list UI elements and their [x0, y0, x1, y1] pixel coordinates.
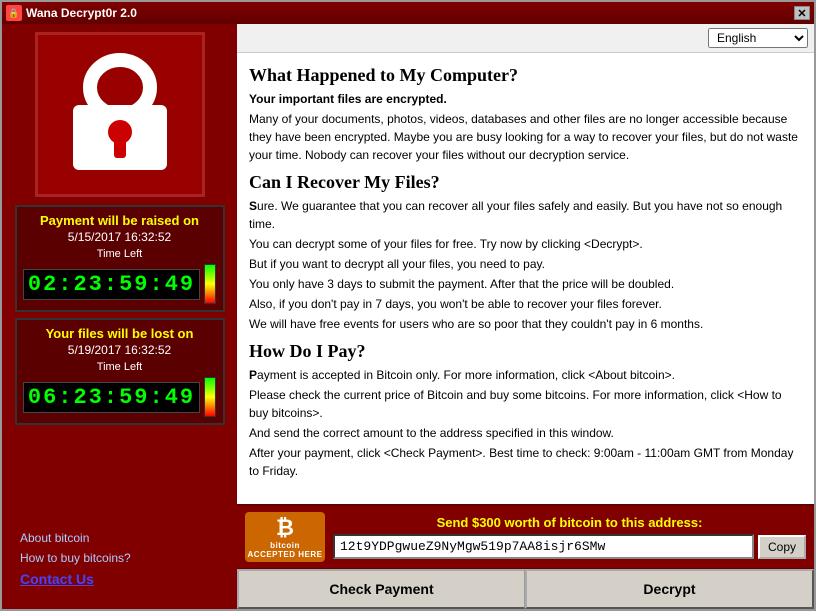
timer2-label: Your files will be lost on — [23, 326, 217, 341]
section3-p2: Please check the current price of Bitcoi… — [249, 386, 802, 422]
section2-p5: Also, if you don't pay in 7 days, you wo… — [249, 295, 802, 313]
bitcoin-logo-text1: bitcoin — [270, 541, 300, 550]
section2-title: Can I Recover My Files? — [249, 172, 802, 193]
bitcoin-right: Send $300 worth of bitcoin to this addre… — [333, 515, 806, 559]
lock-icon-container — [35, 32, 205, 197]
timer1-date: 5/15/2017 16:32:52 — [23, 230, 217, 244]
section1-title: What Happened to My Computer? — [249, 65, 802, 86]
section3-title: How Do I Pay? — [249, 341, 802, 362]
title-bar: 🔒 Wana Decrypt0r 2.0 ✕ — [2, 2, 814, 24]
section2-p2: You can decrypt some of your files for f… — [249, 235, 802, 253]
section2-p1-text: ure. We guarantee that you can recover a… — [249, 199, 782, 231]
section3-p1-text: ayment is accepted in Bitcoin only. For … — [257, 368, 675, 382]
bitcoin-panel: ₿ bitcoin ACCEPTED HERE Send $300 worth … — [237, 504, 814, 609]
section3-p3: And send the correct amount to the addre… — [249, 424, 802, 442]
lock-icon — [65, 50, 175, 180]
bitcoin-logo-text2: ACCEPTED HERE — [248, 550, 323, 559]
section2-p3: But if you want to decrypt all your file… — [249, 255, 802, 273]
close-button[interactable]: ✕ — [794, 6, 810, 20]
timer1-time-left-label: Time Left — [23, 248, 217, 260]
action-buttons: Check Payment Decrypt — [237, 568, 814, 609]
timer1-display-row: 02:23:59:49 — [23, 264, 217, 304]
about-bitcoin-link[interactable]: About bitcoin — [20, 531, 229, 545]
decrypt-button[interactable]: Decrypt — [525, 569, 814, 609]
timer2-bar — [204, 377, 216, 417]
timer2-digits: 06:23:59:49 — [23, 382, 200, 413]
bitcoin-send-row: ₿ bitcoin ACCEPTED HERE Send $300 worth … — [237, 506, 814, 568]
main-window: 🔒 Wana Decrypt0r 2.0 ✕ — [0, 0, 816, 611]
section1-p2: Many of your documents, photos, videos, … — [249, 110, 802, 164]
timer2-date: 5/19/2017 16:32:52 — [23, 343, 217, 357]
timer-box-2: Your files will be lost on 5/19/2017 16:… — [15, 318, 225, 425]
language-bar: English 中文 Español Français Deutsch 日本語 — [237, 24, 814, 53]
left-panel: Payment will be raised on 5/15/2017 16:3… — [2, 24, 237, 609]
how-to-buy-link[interactable]: How to buy bitcoins? — [20, 551, 229, 565]
section2-p1: Sure. We guarantee that you can recover … — [249, 197, 802, 233]
contact-us-link[interactable]: Contact Us — [20, 571, 229, 587]
bitcoin-address-row: Copy — [333, 534, 806, 559]
timer2-time-left-label: Time Left — [23, 361, 217, 373]
right-panel: English 中文 Español Français Deutsch 日本語 … — [237, 24, 814, 609]
bitcoin-address-input[interactable] — [333, 534, 754, 559]
section3-p4: After your payment, click <Check Payment… — [249, 444, 802, 480]
main-content: Payment will be raised on 5/15/2017 16:3… — [2, 24, 814, 609]
check-payment-button[interactable]: Check Payment — [237, 569, 525, 609]
section2-p6: We will have free events for users who a… — [249, 315, 802, 333]
timer2-display-row: 06:23:59:49 — [23, 377, 217, 417]
timer1-digits: 02:23:59:49 — [23, 269, 200, 300]
window-title: Wana Decrypt0r 2.0 — [26, 6, 137, 20]
timer1-label: Payment will be raised on — [23, 213, 217, 228]
bitcoin-symbol: ₿ — [276, 515, 294, 541]
title-bar-left: 🔒 Wana Decrypt0r 2.0 — [6, 5, 137, 21]
language-select[interactable]: English 中文 Español Français Deutsch 日本語 — [708, 28, 808, 48]
section1-p1: Your important files are encrypted. — [249, 90, 802, 108]
send-label: Send $300 worth of bitcoin to this addre… — [333, 515, 806, 530]
copy-button[interactable]: Copy — [758, 535, 806, 559]
bitcoin-logo: ₿ bitcoin ACCEPTED HERE — [245, 512, 325, 562]
bottom-links: About bitcoin How to buy bitcoins? Conta… — [10, 431, 229, 601]
section3-p1: Payment is accepted in Bitcoin only. For… — [249, 366, 802, 384]
timer1-bar — [204, 264, 216, 304]
text-content[interactable]: What Happened to My Computer? Your impor… — [237, 53, 814, 504]
timer-box-1: Payment will be raised on 5/15/2017 16:3… — [15, 205, 225, 312]
app-icon: 🔒 — [6, 5, 22, 21]
section2-p4: You only have 3 days to submit the payme… — [249, 275, 802, 293]
